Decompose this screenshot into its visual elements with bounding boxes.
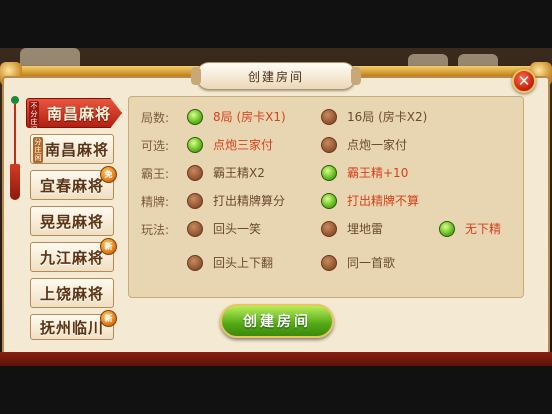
- mode-tab-nanchang-no-banker[interactable]: 不分庄闲 南昌麻将: [26, 98, 122, 128]
- close-icon: ✕: [517, 72, 531, 90]
- mode-label: 晃晃麻将: [39, 212, 104, 231]
- row-label: 霸王:: [141, 167, 170, 181]
- row-label: 局数:: [141, 111, 170, 125]
- radio-icon: [187, 108, 203, 125]
- option-huitou-shangxia[interactable]: 回头上下翻: [187, 254, 273, 271]
- mode-tab-nanchang-banker[interactable]: 分庄闲 南昌麻将: [30, 134, 114, 164]
- option-text: 16局 (房卡X2): [347, 110, 428, 124]
- option-bawang-plus10[interactable]: 霸王精+10: [321, 164, 408, 181]
- option-row-play: 玩法: 回头一笑 埋地雷 无下精: [129, 217, 523, 241]
- option-bawang-x2[interactable]: 霸王精X2: [187, 164, 265, 181]
- option-dianpao-one[interactable]: 点炮一家付: [321, 136, 407, 153]
- rule-options-panel: 局数: 8局 (房卡X1) 16局 (房卡X2) 可选: 点炮三家付 点炮一家付…: [128, 96, 524, 298]
- option-huitou-yixiao[interactable]: 回头一笑: [187, 220, 261, 237]
- option-maidilei[interactable]: 埋地雷: [321, 220, 383, 237]
- mode-label: 上饶麻将: [39, 284, 104, 303]
- mode-label: 抚州临川: [39, 318, 104, 337]
- row-label: 精牌:: [141, 195, 170, 209]
- mode-label: 南昌麻将: [46, 104, 111, 123]
- dialog-title-banner: 创建房间: [191, 62, 361, 90]
- bottom-band: [0, 352, 552, 366]
- mode-tab-jiujiang[interactable]: 九江麻将 新: [30, 238, 117, 272]
- new-badge: 新: [100, 238, 117, 255]
- option-text: 同一首歌: [347, 256, 396, 270]
- dialog-title: 创建房间: [247, 69, 304, 84]
- option-tongyishouge[interactable]: 同一首歌: [321, 254, 395, 271]
- option-row-bawang: 霸王: 霸王精X2 霸王精+10: [129, 161, 523, 185]
- create-room-button[interactable]: 创建房间: [220, 304, 334, 338]
- option-dianpao-three[interactable]: 点炮三家付: [187, 136, 273, 153]
- row-label: 可选:: [141, 139, 170, 153]
- option-jingpai-noscore[interactable]: 打出精牌不算: [321, 192, 419, 209]
- option-row-jingpai: 精牌: 打出精牌算分 打出精牌不算: [129, 189, 523, 213]
- free-badge: 免: [100, 166, 117, 183]
- option-text: 回头上下翻: [213, 256, 274, 270]
- option-text: 霸王精X2: [213, 166, 265, 180]
- option-wuxiajing[interactable]: 无下精: [439, 220, 501, 237]
- checkbox-icon: [321, 220, 337, 237]
- option-text: 无下精: [465, 222, 502, 236]
- mode-tab-yichun[interactable]: 宜春麻将 免: [30, 166, 117, 200]
- radio-icon: [187, 164, 203, 181]
- option-text: 点炮三家付: [213, 138, 274, 152]
- mode-tab-fuzhou-linchuan[interactable]: 抚州临川 新: [30, 310, 117, 340]
- new-badge: 新: [100, 310, 117, 327]
- radio-icon: [321, 192, 337, 209]
- game-mode-sidebar: 不分庄闲 南昌麻将 分庄闲 南昌麻将 宜春麻将 免 晃晃麻将 九江麻将 新 上饶…: [26, 96, 124, 340]
- row-label: 玩法:: [141, 223, 170, 237]
- tassel-decoration: [8, 96, 22, 206]
- radio-icon: [187, 136, 203, 153]
- checkbox-icon: [439, 220, 455, 237]
- radio-icon: [321, 108, 337, 125]
- option-text: 埋地雷: [347, 222, 384, 236]
- create-room-label: 创建房间: [243, 314, 311, 330]
- option-row-optional: 可选: 点炮三家付 点炮一家付: [129, 133, 523, 157]
- mode-tab-huanghuang[interactable]: 晃晃麻将: [30, 206, 114, 236]
- close-button[interactable]: ✕: [512, 69, 536, 93]
- mode-tag: 不分庄闲: [29, 101, 39, 134]
- mode-tag: 分庄闲: [33, 137, 43, 163]
- option-rounds-16[interactable]: 16局 (房卡X2): [321, 108, 427, 125]
- checkbox-icon: [187, 254, 203, 271]
- option-text: 回头一笑: [213, 222, 262, 236]
- radio-icon: [187, 192, 203, 209]
- mode-tab-shangrao[interactable]: 上饶麻将: [30, 278, 114, 308]
- checkbox-icon: [187, 220, 203, 237]
- option-row-play-2: 回头上下翻 同一首歌: [129, 251, 523, 275]
- mode-label: 宜春麻将: [39, 176, 104, 195]
- option-text: 打出精牌算分: [213, 194, 286, 208]
- mode-label: 南昌麻将: [44, 140, 109, 159]
- checkbox-icon: [321, 254, 337, 271]
- option-text: 8局 (房卡X1): [213, 110, 286, 124]
- radio-icon: [321, 164, 337, 181]
- option-text: 点炮一家付: [347, 138, 408, 152]
- radio-icon: [321, 136, 337, 153]
- option-jingpai-score[interactable]: 打出精牌算分: [187, 192, 285, 209]
- option-text: 打出精牌不算: [347, 194, 420, 208]
- option-row-rounds: 局数: 8局 (房卡X1) 16局 (房卡X2): [129, 105, 523, 129]
- option-text: 霸王精+10: [347, 166, 409, 180]
- mode-label: 九江麻将: [39, 248, 104, 267]
- option-rounds-8[interactable]: 8局 (房卡X1): [187, 108, 286, 125]
